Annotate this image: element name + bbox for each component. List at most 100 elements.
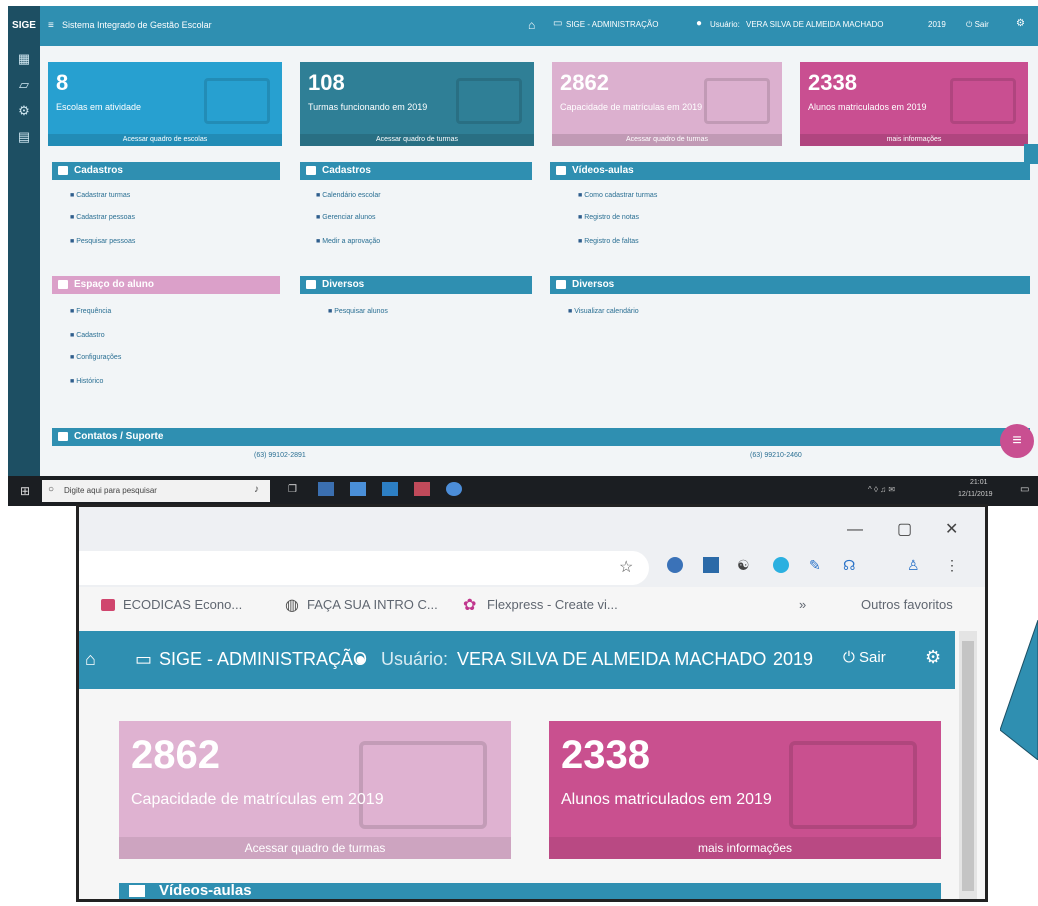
folder-icon [58, 166, 68, 175]
profile-icon[interactable]: ♙ [907, 557, 920, 574]
logo[interactable]: SIGE [8, 6, 40, 46]
section-title: Vídeos-aulas [572, 165, 634, 176]
extension-icon[interactable] [703, 557, 719, 573]
video-icon [129, 885, 145, 897]
card-footer-link[interactable]: mais informações [549, 837, 941, 859]
extension-icon[interactable] [667, 557, 683, 573]
scrollbar[interactable] [959, 631, 977, 899]
id-card-icon [950, 78, 1016, 124]
menu-icon[interactable]: ≡ [48, 20, 54, 31]
card-matriculados[interactable]: 2338 Alunos matriculados em 2019 mais in… [549, 721, 941, 859]
address-bar[interactable]: ☆ [79, 551, 649, 585]
logout-button[interactable]: ⏻ Sair [966, 20, 989, 30]
grid-icon[interactable]: ▦ [8, 46, 40, 72]
chrome-icon[interactable] [446, 482, 462, 496]
logout-button[interactable]: ⏻ Sair [843, 649, 886, 666]
id-card-icon [789, 741, 917, 829]
taskbar-app-icon[interactable] [318, 482, 334, 496]
scrollbar-thumb[interactable] [962, 641, 974, 891]
taskbar-search[interactable]: ○ Digite aqui para pesquisar [42, 480, 270, 502]
menu-dots-icon[interactable]: ⋮ [945, 557, 959, 574]
home-icon[interactable]: ⌂ [85, 649, 96, 670]
bookmark-ecodicas[interactable]: ECODICAS Econo... [123, 597, 242, 612]
settings-icon[interactable]: ⚙ [925, 647, 941, 668]
close-button[interactable]: ✕ [945, 519, 958, 539]
task-view-icon[interactable]: ❐ [288, 484, 297, 495]
taskbar-time[interactable]: 21:01 [970, 479, 988, 486]
settings-icon[interactable]: ⚙ [1016, 18, 1025, 29]
year[interactable]: 2019 [773, 649, 813, 670]
other-bookmarks[interactable]: Outros favoritos [861, 597, 953, 612]
floating-menu-button[interactable]: ≡ [1000, 424, 1034, 458]
gears-icon[interactable]: ⚙ [8, 98, 40, 124]
document-icon[interactable]: ▤ [8, 124, 40, 150]
extension-icon[interactable]: ✎ [809, 557, 821, 574]
year[interactable]: 2019 [928, 20, 946, 29]
windows-start-icon[interactable]: ⊞ [20, 484, 30, 498]
card-footer-link[interactable]: Acessar quadro de escolas [48, 134, 282, 146]
bookmarks-overflow-icon[interactable]: » [799, 597, 806, 612]
globe-icon: ◍ [285, 597, 299, 614]
card-label: Alunos matriculados em 2019 [561, 791, 772, 808]
link-configuracoes[interactable]: Configurações [70, 354, 121, 361]
module-name[interactable]: SIGE - ADMINISTRAÇÃO [566, 20, 658, 29]
card-turmas[interactable]: 108 Turmas funcionando em 2019 Acessar q… [300, 62, 534, 146]
card-escolas[interactable]: 8 Escolas em atividade Acessar quadro de… [48, 62, 282, 146]
card-capacidade[interactable]: 2862 Capacidade de matrículas em 2019 Ac… [119, 721, 511, 859]
link-cadastrar-pessoas[interactable]: Cadastrar pessoas [70, 214, 135, 221]
section-header: Espaço do aluno [52, 276, 280, 294]
home-icon[interactable]: ⌂ [528, 18, 535, 32]
card-label: Capacidade de matrículas em 2019 [560, 102, 703, 112]
bookmark-faca-sua-intro[interactable]: FAÇA SUA INTRO C... [307, 597, 438, 612]
link-video-faltas[interactable]: Registro de faltas [578, 238, 638, 245]
link-calendario-escolar[interactable]: Calendário escolar [316, 192, 380, 199]
user-name: VERA SILVA DE ALMEIDA MACHADO [457, 649, 767, 669]
contact-phone-2[interactable]: (63) 99210-2460 [750, 452, 802, 459]
logout-label: Sair [859, 649, 886, 666]
module-name[interactable]: SIGE - ADMINISTRAÇÃO [159, 649, 367, 670]
link-visualizar-calendario[interactable]: Visualizar calendário [568, 308, 638, 315]
link-pesquisar-alunos[interactable]: Pesquisar alunos [328, 308, 388, 315]
card-label: Escolas em atividade [56, 102, 142, 112]
card-capacidade[interactable]: 2862 Capacidade de matrículas em 2019 Ac… [552, 62, 782, 146]
taskbar-app-icon[interactable] [414, 482, 430, 496]
contact-phone-1[interactable]: (63) 99102-2891 [254, 452, 306, 459]
bookmarks-bar: ECODICAS Econo... ◍ FAÇA SUA INTRO C... … [79, 589, 985, 623]
link-video-turmas[interactable]: Como cadastrar turmas [578, 192, 657, 199]
taskbar-date[interactable]: 12/11/2019 [958, 491, 993, 498]
link-cadastrar-turmas[interactable]: Cadastrar turmas [70, 192, 130, 199]
microphone-icon[interactable]: ♪ [254, 484, 259, 495]
link-video-notas[interactable]: Registro de notas [578, 214, 639, 221]
link-cadastro[interactable]: Cadastro [70, 332, 104, 339]
link-pesquisar-pessoas[interactable]: Pesquisar pessoas [70, 238, 135, 245]
minimize-button[interactable]: — [847, 521, 863, 539]
link-medir-aprovacao[interactable]: Medir a aprovação [316, 238, 380, 245]
extension-icon[interactable]: ☯ [737, 557, 750, 574]
card-footer-link[interactable]: Acessar quadro de turmas [552, 134, 782, 146]
taskbar-app-icon[interactable] [382, 482, 398, 496]
bookmark-flexpress[interactable]: Flexpress - Create vi... [487, 597, 618, 612]
section-title: Cadastros [322, 165, 371, 176]
extension-icon[interactable] [773, 557, 789, 573]
chat-icon [58, 432, 68, 441]
link-historico[interactable]: Histórico [70, 378, 103, 385]
card-footer-link[interactable]: Acessar quadro de turmas [119, 837, 511, 859]
taskbar-app-icon[interactable] [350, 482, 366, 496]
top-navbar: SIGE ≡ Sistema Integrado de Gestão Escol… [8, 6, 1038, 46]
app-title: Sistema Integrado de Gestão Escolar [62, 20, 212, 30]
side-arrow-tab[interactable] [1024, 144, 1038, 164]
link-gerenciar-alunos[interactable]: Gerenciar alunos [316, 214, 375, 221]
extension-icon[interactable]: ☊ [843, 557, 855, 574]
folder-icon[interactable]: ▱ [8, 72, 40, 98]
card-footer-link[interactable]: mais informações [800, 134, 1028, 146]
star-icon[interactable]: ☆ [619, 557, 633, 577]
notification-icon[interactable]: ▭ [1020, 484, 1029, 495]
user-label: Usuário: [381, 649, 449, 669]
taskbar: ⊞ ○ Digite aqui para pesquisar ♪ ❐ ^ ◊ ♫… [8, 476, 1038, 506]
monitor-icon: ▭ [135, 649, 153, 669]
link-frequencia[interactable]: Frequência [70, 308, 111, 315]
card-footer-link[interactable]: Acessar quadro de turmas [300, 134, 534, 146]
system-tray-icons[interactable]: ^ ◊ ♫ ✉ [868, 485, 895, 494]
card-matriculados[interactable]: 2338 Alunos matriculados em 2019 mais in… [800, 62, 1028, 146]
maximize-button[interactable]: ▢ [897, 519, 912, 539]
